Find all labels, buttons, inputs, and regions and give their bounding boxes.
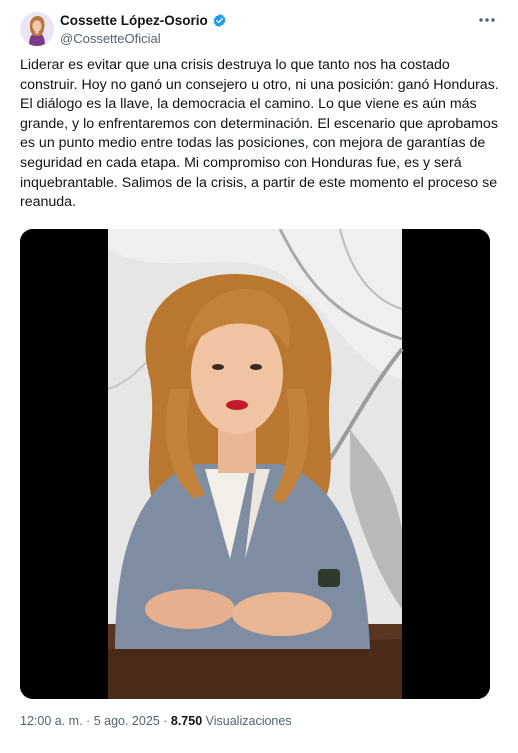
author-handle[interactable]: @CossetteOficial: [60, 30, 227, 47]
views-label: Visualizaciones: [205, 714, 292, 728]
avatar[interactable]: [20, 12, 54, 46]
tweet-text: Liderar es evitar que una crisis destruy…: [20, 57, 499, 211]
tweet-header: Cossette López-Osorio @CossetteOficial: [20, 10, 498, 50]
tweet-video[interactable]: [20, 229, 490, 699]
views-count: 8.750: [170, 714, 203, 728]
meta-separator: ·: [86, 714, 91, 728]
tweet-date[interactable]: 5 ago. 2025: [94, 714, 160, 728]
more-options-button[interactable]: [476, 10, 498, 30]
tweet-time[interactable]: 12:00 a. m.: [20, 714, 83, 728]
verified-badge-icon: [213, 13, 226, 28]
author-names: Cossette López-Osorio @CossetteOficial: [60, 12, 227, 47]
meta-separator-2: ·: [163, 714, 168, 728]
tweet-meta: 12:00 a. m. · 5 ago. 2025 · 8.750 Visual…: [20, 713, 292, 729]
more-horizontal-icon: [479, 18, 495, 22]
author-name-text: Cossette López-Osorio: [60, 13, 208, 28]
author-display-name[interactable]: Cossette López-Osorio: [60, 12, 227, 29]
video-frame: [20, 229, 490, 699]
